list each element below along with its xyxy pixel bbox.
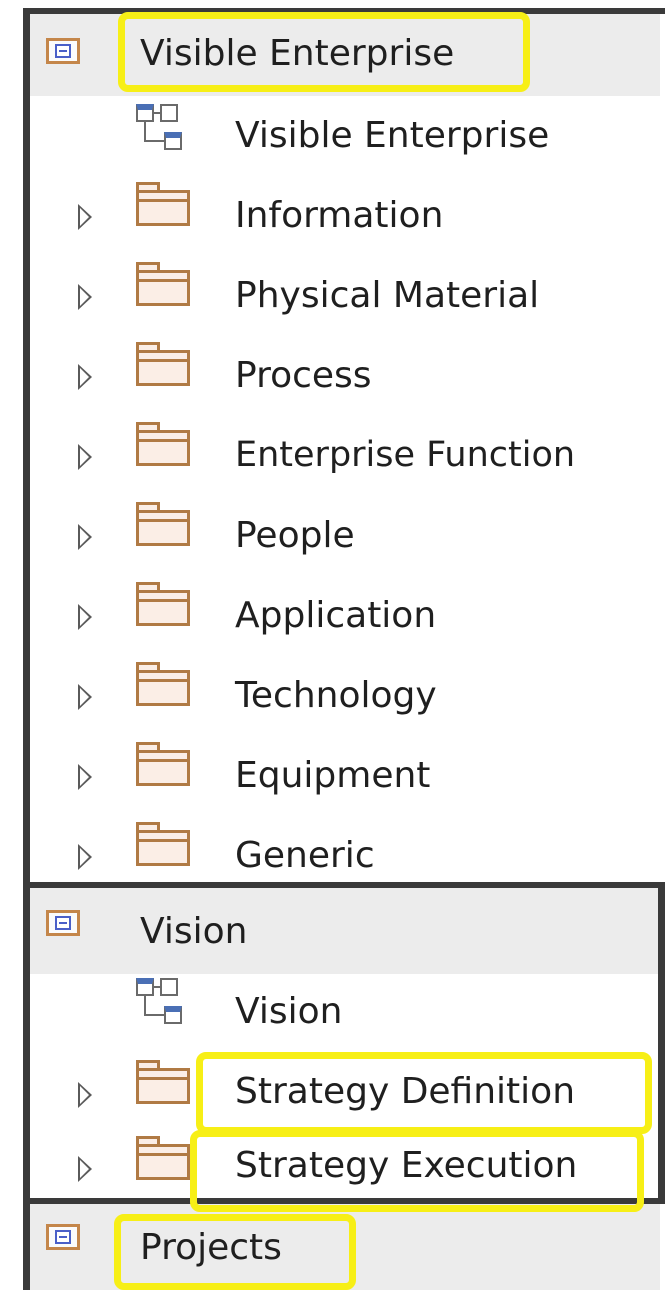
- expand-arrow-icon[interactable]: [78, 364, 92, 390]
- section-header-vision[interactable]: Vision: [30, 888, 658, 974]
- tree-item-people[interactable]: People: [30, 496, 660, 576]
- folder-icon: [136, 662, 190, 706]
- frame-left: [23, 8, 30, 1290]
- expand-arrow-icon[interactable]: [78, 684, 92, 710]
- highlight-strategy-definition: [196, 1052, 652, 1134]
- folder-icon: [136, 342, 190, 386]
- item-label: Physical Material: [235, 275, 540, 316]
- folder-icon: [136, 742, 190, 786]
- expand-arrow-icon[interactable]: [78, 444, 92, 470]
- diagram-icon: [134, 104, 192, 152]
- item-label: Enterprise Function: [235, 435, 576, 475]
- diagram-icon: [134, 978, 192, 1026]
- expand-arrow-icon[interactable]: [78, 764, 92, 790]
- item-label: Technology: [235, 675, 437, 716]
- folder-icon: [136, 582, 190, 626]
- item-label: People: [235, 515, 355, 556]
- expand-arrow-icon[interactable]: [78, 524, 92, 550]
- highlight-projects: [114, 1214, 356, 1290]
- folder-icon: [136, 502, 190, 546]
- tree-item-equipment[interactable]: Equipment: [30, 736, 660, 816]
- tree-item-physical-material[interactable]: Physical Material: [30, 256, 660, 336]
- folder-icon: [136, 182, 190, 226]
- item-label: Generic: [235, 835, 375, 876]
- tree-item-application[interactable]: Application: [30, 576, 660, 656]
- tree-item-vision-diagram[interactable]: Vision: [30, 974, 660, 1054]
- section-label: Vision: [140, 911, 248, 952]
- tree-item-visible-enterprise-diagram[interactable]: Visible Enterprise: [30, 96, 660, 176]
- item-label: Application: [235, 595, 437, 636]
- highlight-visible-enterprise: [118, 12, 530, 92]
- expand-arrow-icon[interactable]: [78, 1082, 92, 1108]
- tree-item-information[interactable]: Information: [30, 176, 660, 256]
- folder-icon: [136, 422, 190, 466]
- tree-item-technology[interactable]: Technology: [30, 656, 660, 736]
- collapse-icon[interactable]: [46, 1224, 80, 1250]
- collapse-icon[interactable]: [46, 910, 80, 936]
- folder-icon: [136, 262, 190, 306]
- expand-arrow-icon[interactable]: [78, 1156, 92, 1182]
- item-label: Vision: [235, 991, 343, 1032]
- tree-item-process[interactable]: Process: [30, 336, 660, 416]
- item-label: Information: [235, 195, 444, 236]
- tree-item-generic[interactable]: Generic: [30, 816, 660, 882]
- expand-arrow-icon[interactable]: [78, 844, 92, 870]
- highlight-strategy-execution: [190, 1130, 644, 1212]
- collapse-icon[interactable]: [46, 38, 80, 64]
- item-label: Equipment: [235, 755, 431, 796]
- item-label: Process: [235, 355, 372, 396]
- folder-icon: [136, 1136, 190, 1180]
- expand-arrow-icon[interactable]: [78, 204, 92, 230]
- folder-icon: [136, 1060, 190, 1104]
- item-label: Visible Enterprise: [235, 115, 550, 156]
- expand-arrow-icon[interactable]: [78, 284, 92, 310]
- expand-arrow-icon[interactable]: [78, 604, 92, 630]
- folder-icon: [136, 822, 190, 866]
- tree-item-enterprise-function[interactable]: Enterprise Function: [30, 416, 660, 496]
- project-browser-tree: Visible Enterprise Visible Enterprise In…: [0, 0, 665, 1290]
